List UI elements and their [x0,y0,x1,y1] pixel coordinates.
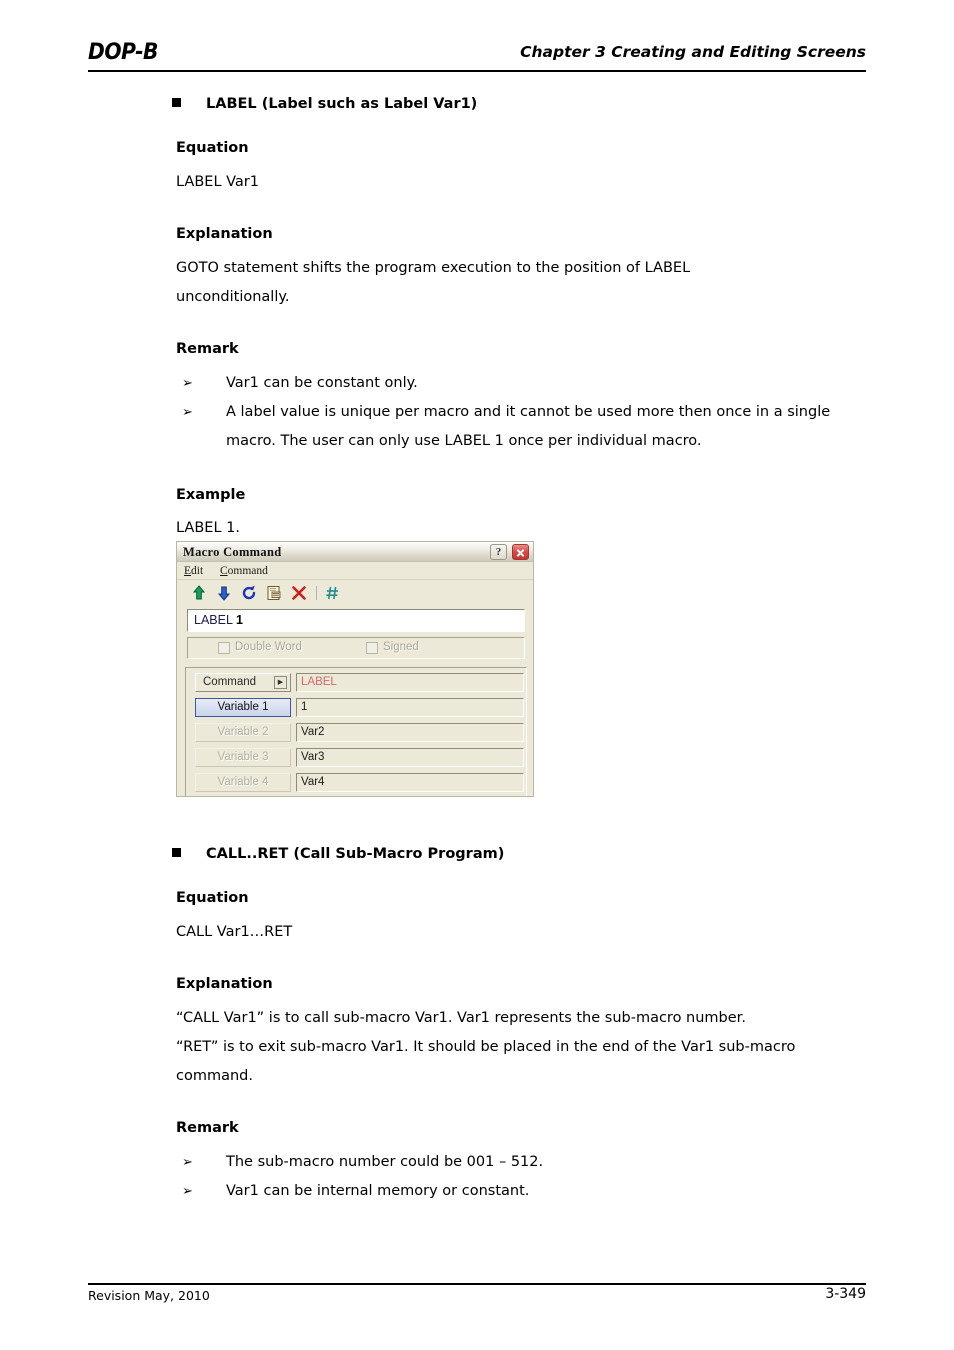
command-variables-panel: Command ▶ LABEL Variable 1 1 Variable 2 V… [185,667,527,796]
chevron-down-icon[interactable]: ▶ [274,676,287,689]
callret-remark-item-1-text: The sub-macro number could be 001 – 512. [226,1154,544,1170]
arrow-bullet-icon: ➢ [182,376,193,391]
flags-group: Double Word Signed [187,637,525,659]
refresh-icon[interactable] [239,583,259,603]
arrow-bullet-icon: ➢ [182,1184,193,1199]
help-button[interactable]: ? [490,544,507,560]
chapter-title: Chapter 3 Creating and Editing Screens [520,43,866,61]
label-explanation-line-2: unconditionally. [176,289,290,305]
delete-icon[interactable] [289,583,309,603]
menu-command-mnemonic: C [220,565,228,577]
callret-explanation-title: Explanation [176,976,273,992]
callret-equation-title: Equation [176,890,249,906]
variable-2-field[interactable]: Var2 [296,723,524,742]
callret-remark-item-2-text: Var1 can be internal memory or constant. [226,1183,530,1199]
row-variable-2: Variable 2 Var2 [186,723,526,745]
menu-command-rest: ommand [227,565,268,577]
footer-divider [88,1283,866,1285]
label-remark-item-2-text: A label value is unique per macro and it… [226,404,831,449]
arrow-bullet-icon: ➢ [182,1155,193,1170]
label-equation-text: LABEL Var1 [176,174,259,190]
callret-remark-item-2: ➢ Var1 can be internal memory or constan… [182,1177,842,1206]
header-divider [88,70,866,72]
close-icon[interactable] [512,544,529,560]
arrow-bullet-icon: ➢ [182,405,193,420]
page-header: DOP-B Chapter 3 Creating and Editing Scr… [88,40,866,70]
dialog-body: LABEL 1 Double Word Signed Command ▶ LABE… [177,605,533,796]
callret-explanation-line-3: command. [176,1068,253,1084]
signed-label: Signed [383,641,419,653]
move-up-icon[interactable] [189,583,209,603]
row-variable-4: Variable 4 Var4 [186,773,526,795]
menu-edit-mnemonic: E [184,565,192,577]
callret-remark-title: Remark [176,1120,239,1136]
edit-document-icon[interactable] [264,583,284,603]
command-button-label: Command [203,676,257,688]
label-explanation-title: Explanation [176,226,273,242]
section-heading-callret-text: CALL..RET (Call Sub-Macro Program) [206,846,505,862]
dialog-titlebar[interactable]: Macro Command ? [177,542,533,562]
menu-edit-rest: dit [191,565,204,577]
command-line-prefix: LABEL [194,613,236,627]
square-bullet-icon [172,848,181,857]
footer-revision: Revision May, 2010 [88,1288,210,1303]
dialog-title: Macro Command [183,545,282,559]
double-word-label: Double Word [235,641,302,653]
label-example-text: LABEL 1. [176,520,240,536]
dialog-menubar[interactable]: Edit Command [177,563,533,580]
callret-remark-item-1: ➢ The sub-macro number could be 001 – 51… [182,1148,842,1177]
toolbar-separator [316,586,317,600]
callret-equation-text: CALL Var1…RET [176,924,293,940]
label-equation-title: Equation [176,140,249,156]
variable-1-button[interactable]: Variable 1 [195,698,291,717]
callret-explanation-line-1: “CALL Var1” is to call sub-macro Var1. V… [176,1010,746,1026]
menu-item-edit[interactable]: Edit [184,565,203,577]
command-line-display[interactable]: LABEL 1 [187,609,525,632]
label-remark-item-2: ➢ A label value is unique per macro and … [182,398,846,456]
double-word-checkbox[interactable] [218,642,230,654]
number-sign-icon[interactable] [323,583,343,603]
section-heading-label-text: LABEL (Label such as Label Var1) [206,96,478,112]
label-example-title: Example [176,487,246,503]
command-value-field[interactable]: LABEL [296,673,524,692]
variable-3-field[interactable]: Var3 [296,748,524,767]
variable-4-field[interactable]: Var4 [296,773,524,792]
row-command: Command ▶ LABEL [186,673,526,695]
section-heading-label: LABEL (Label such as Label Var1) [172,96,477,112]
section-heading-callret: CALL..RET (Call Sub-Macro Program) [172,846,504,862]
label-remark-item-1-text: Var1 can be constant only. [226,375,418,391]
dialog-toolbar[interactable] [177,581,533,605]
variable-3-button[interactable]: Variable 3 [195,748,291,767]
label-remark-title: Remark [176,341,239,357]
callret-explanation-line-2: “RET” is to exit sub-macro Var1. It shou… [176,1039,796,1055]
document-page: DOP-B Chapter 3 Creating and Editing Scr… [0,0,954,1350]
command-dropdown-button[interactable]: Command ▶ [195,673,291,692]
command-line-value: 1 [235,613,243,627]
move-down-icon[interactable] [214,583,234,603]
label-explanation-line-1: GOTO statement shifts the program execut… [176,260,691,276]
dop-b-logo: DOP-B [88,40,159,65]
macro-command-dialog[interactable]: Macro Command ? Edit Command LABEL 1 Dou… [176,541,534,797]
variable-2-button[interactable]: Variable 2 [195,723,291,742]
square-bullet-icon [172,98,181,107]
menu-item-command[interactable]: Command [220,565,268,577]
row-variable-1: Variable 1 1 [186,698,526,720]
footer-page-number: 3-349 [825,1286,866,1302]
label-remark-item-1: ➢ Var1 can be constant only. [182,369,842,398]
variable-1-field[interactable]: 1 [296,698,524,717]
signed-checkbox[interactable] [366,642,378,654]
row-variable-3: Variable 3 Var3 [186,748,526,770]
variable-4-button[interactable]: Variable 4 [195,773,291,792]
